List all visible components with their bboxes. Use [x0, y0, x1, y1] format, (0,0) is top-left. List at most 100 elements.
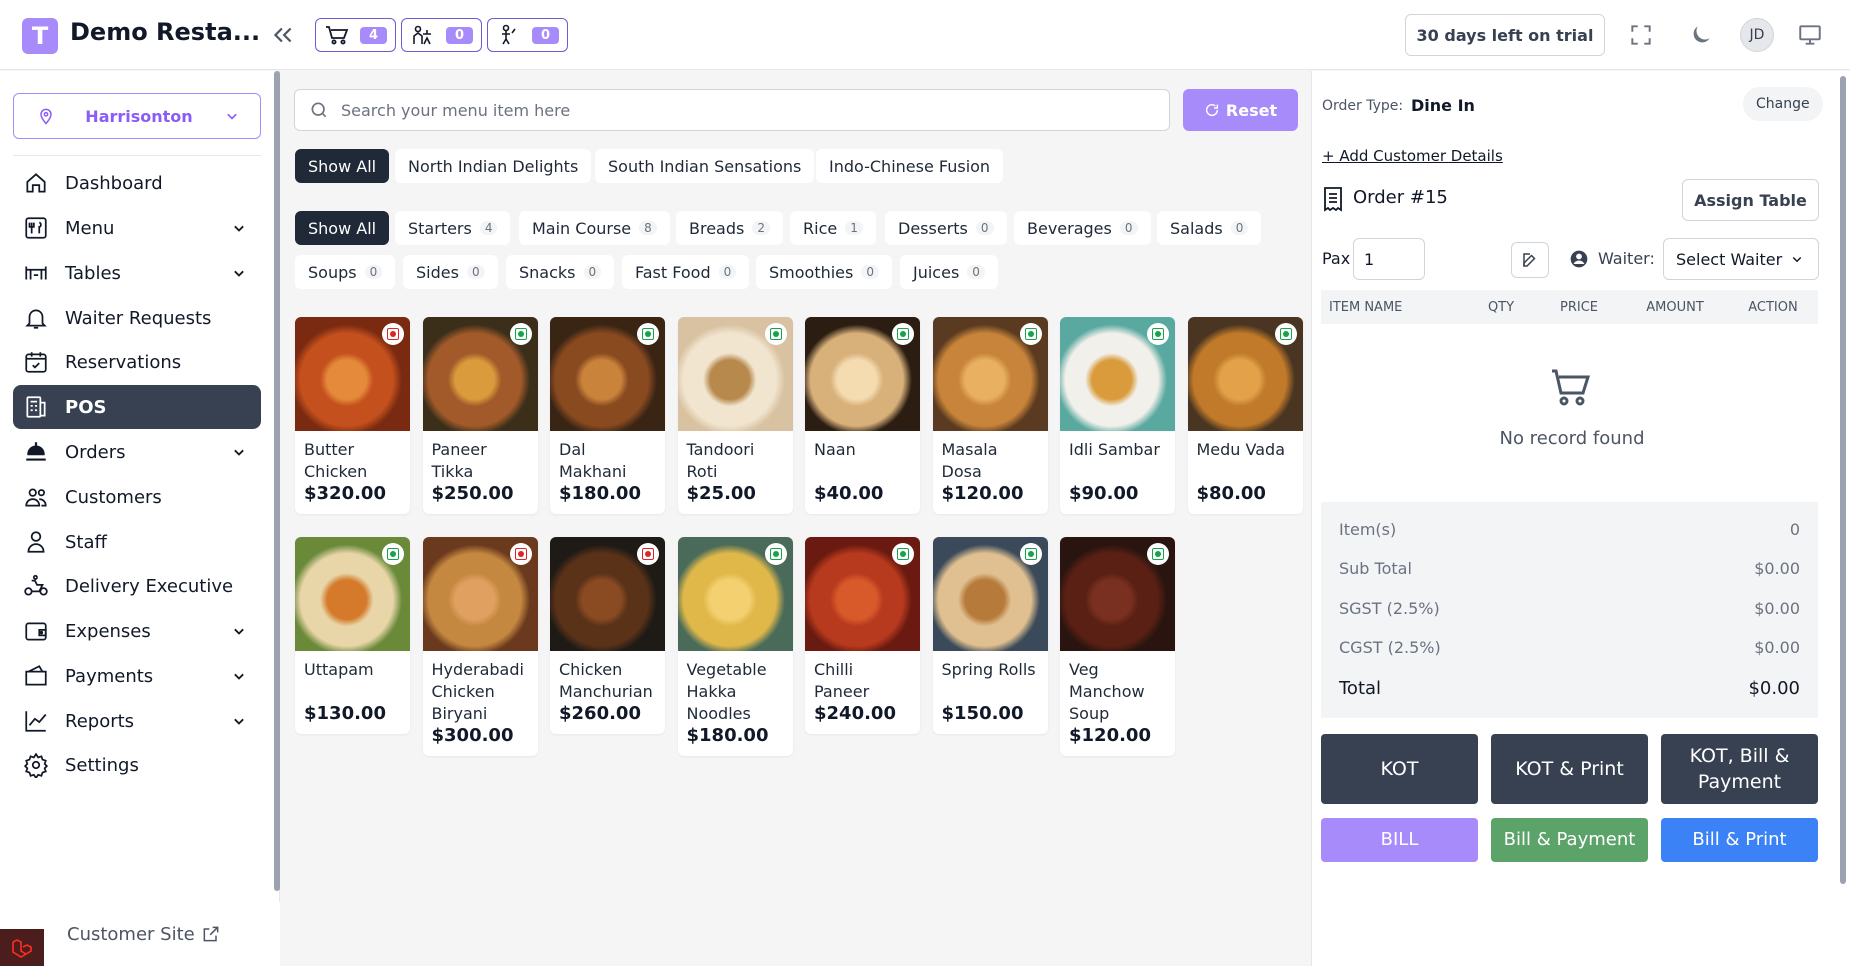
chevron-down-icon — [234, 225, 244, 232]
bill-button[interactable]: BILL — [1321, 818, 1478, 862]
sidebar-item-orders[interactable]: Orders — [13, 430, 261, 474]
cart-counter-button[interactable]: 4 — [315, 18, 397, 52]
category-chip[interactable]: Breads 2 — [676, 211, 783, 245]
category-chip[interactable]: Soups 0 — [295, 255, 396, 289]
branch-selector[interactable]: Harrisonton — [13, 93, 261, 139]
edit-icon — [1523, 253, 1536, 267]
menu-item-card[interactable]: Medu Vada $80.00 — [1187, 317, 1303, 514]
category-count: 1 — [845, 221, 863, 235]
monitor-icon[interactable] — [1797, 22, 1823, 48]
sidebar-item-menu[interactable]: Menu — [13, 206, 261, 250]
kot-button[interactable]: KOT — [1321, 734, 1478, 804]
non-veg-indicator-icon — [637, 543, 659, 565]
sidebar-item-pos[interactable]: POS — [13, 385, 261, 429]
category-count: 4 — [479, 221, 498, 235]
menu-item-card[interactable]: Paneer Tikka $250.00 — [422, 317, 538, 514]
menu-item-card[interactable]: Veg Manchow Soup $120.00 — [1060, 537, 1175, 756]
order-panel-scrollbar[interactable] — [1840, 76, 1846, 884]
sidebar-item-reports[interactable]: Reports — [13, 699, 261, 743]
category-chip-show-all[interactable]: Show All — [295, 211, 390, 245]
pax-input[interactable] — [1353, 238, 1425, 280]
category-chip[interactable]: Starters 4 — [395, 211, 511, 245]
veg-indicator-icon — [892, 323, 914, 345]
category-count: 0 — [975, 221, 994, 235]
menu-item-image — [295, 317, 410, 431]
search-input[interactable] — [341, 100, 1141, 120]
sidebar-scrollbar[interactable] — [274, 71, 280, 891]
calendar-icon — [25, 352, 47, 373]
empty-state-text: No record found — [1499, 428, 1645, 449]
category-chip[interactable]: Smoothies 0 — [756, 255, 892, 289]
menu-item-image — [295, 537, 410, 651]
add-customer-details-link[interactable]: + Add Customer Details — [1322, 147, 1503, 165]
bill-payment-button[interactable]: Bill & Payment — [1491, 818, 1648, 862]
category-chip[interactable]: Sides 0 — [403, 255, 498, 289]
sidebar-item-staff[interactable]: Staff — [13, 520, 261, 564]
user-avatar[interactable]: JD — [1740, 18, 1774, 52]
menu-item-card[interactable]: Chilli Paneer $240.00 — [805, 537, 920, 734]
category-chip[interactable]: Desserts 0 — [885, 211, 1007, 245]
search-icon — [311, 102, 327, 118]
fullscreen-icon[interactable] — [1628, 22, 1654, 48]
menu-item-price: $80.00 — [1196, 483, 1266, 504]
category-chip[interactable]: Beverages 0 — [1014, 211, 1151, 245]
menu-item-card[interactable]: Naan $40.00 — [805, 317, 920, 514]
menu-item-card[interactable]: Tandoori Roti $25.00 — [677, 317, 793, 514]
menu-item-name: Butter Chicken — [304, 440, 368, 481]
category-chip[interactable]: Salads 0 — [1157, 211, 1262, 245]
menu-item-image — [1187, 317, 1303, 431]
menu-item-card[interactable]: Vegetable Hakka Noodles $180.00 — [677, 537, 793, 756]
sidebar-item-settings[interactable]: Settings — [13, 743, 261, 787]
menu-item-card[interactable]: Idli Sambar $90.00 — [1060, 317, 1175, 514]
trial-status-button[interactable]: 30 days left on trial — [1405, 14, 1605, 56]
category-chip[interactable]: Juices 0 — [900, 255, 998, 289]
menu-filter-show-all[interactable]: Show All — [295, 149, 390, 183]
chevron-down-icon — [234, 270, 244, 277]
assign-table-button[interactable]: Assign Table — [1682, 179, 1819, 221]
bill-print-button[interactable]: Bill & Print — [1661, 818, 1818, 862]
menu-item-name: Spring Rolls — [941, 660, 1036, 679]
laravel-logo-icon — [0, 929, 44, 966]
kot-print-button[interactable]: KOT & Print — [1491, 734, 1648, 804]
change-order-type-button[interactable]: Change — [1743, 87, 1823, 121]
sidebar-item-payments[interactable]: Payments — [13, 654, 261, 698]
menu-item-card[interactable]: Butter Chicken $320.00 — [295, 317, 410, 514]
sidebar-item-label: Staff — [65, 531, 107, 553]
waiter-select[interactable]: Select Waiter — [1663, 238, 1819, 280]
category-chip[interactable]: Main Course 8 — [519, 211, 670, 245]
payments-icon — [25, 665, 47, 686]
menu-item-card[interactable]: Dal Makhani $180.00 — [550, 317, 665, 514]
menu-item-card[interactable]: Uttapam $130.00 — [295, 537, 410, 734]
category-chip[interactable]: Snacks 0 — [506, 255, 615, 289]
edit-note-button[interactable] — [1511, 242, 1549, 278]
sidebar-item-label: Reservations — [65, 351, 182, 373]
sidebar-item-waiter-requests[interactable]: Waiter Requests — [13, 296, 261, 340]
category-count: 0 — [861, 265, 879, 279]
menu-item-card[interactable]: Chicken Manchurian $260.00 — [550, 537, 665, 734]
dark-mode-moon-icon[interactable] — [1688, 22, 1714, 48]
category-chip[interactable]: Rice 1 — [790, 211, 876, 245]
menu-item-name: Idli Sambar — [1069, 440, 1160, 459]
menu-filter-south-indian[interactable]: South Indian Sensations — [595, 149, 815, 183]
table-request-counter-button[interactable]: 0 — [487, 18, 569, 52]
collapse-sidebar-icon[interactable] — [270, 22, 296, 48]
waiter-request-counter-button[interactable]: 0 — [401, 18, 483, 52]
category-label: Desserts — [898, 218, 968, 238]
kot-bill-payment-button[interactable]: KOT, Bill & Payment — [1661, 734, 1818, 804]
menu-item-card[interactable]: Masala Dosa $120.00 — [932, 317, 1048, 514]
menu-item-card[interactable]: Hyderabadi Chicken Biryani $300.00 — [422, 537, 538, 756]
sidebar-item-dashboard[interactable]: Dashboard — [13, 161, 261, 205]
menu-filter-indo-chinese[interactable]: Indo-Chinese Fusion — [816, 149, 1004, 183]
menu-item-card[interactable]: Spring Rolls $150.00 — [932, 537, 1048, 734]
sidebar-item-expenses[interactable]: Expenses — [13, 609, 261, 653]
menu-icon — [25, 217, 47, 239]
sidebar-item-delivery-executive[interactable]: Delivery Executive — [13, 564, 261, 608]
sidebar-item-tables[interactable]: Tables — [13, 251, 261, 295]
sidebar-item-customers[interactable]: Customers — [13, 475, 261, 519]
sidebar-item-reservations[interactable]: Reservations — [13, 340, 261, 384]
category-chip[interactable]: Fast Food 0 — [622, 255, 750, 289]
chevron-down-icon — [234, 449, 244, 456]
sidebar-item-label: Tables — [65, 262, 121, 284]
reset-button[interactable]: Reset — [1183, 89, 1298, 131]
menu-filter-north-indian[interactable]: North Indian Delights — [395, 149, 592, 183]
